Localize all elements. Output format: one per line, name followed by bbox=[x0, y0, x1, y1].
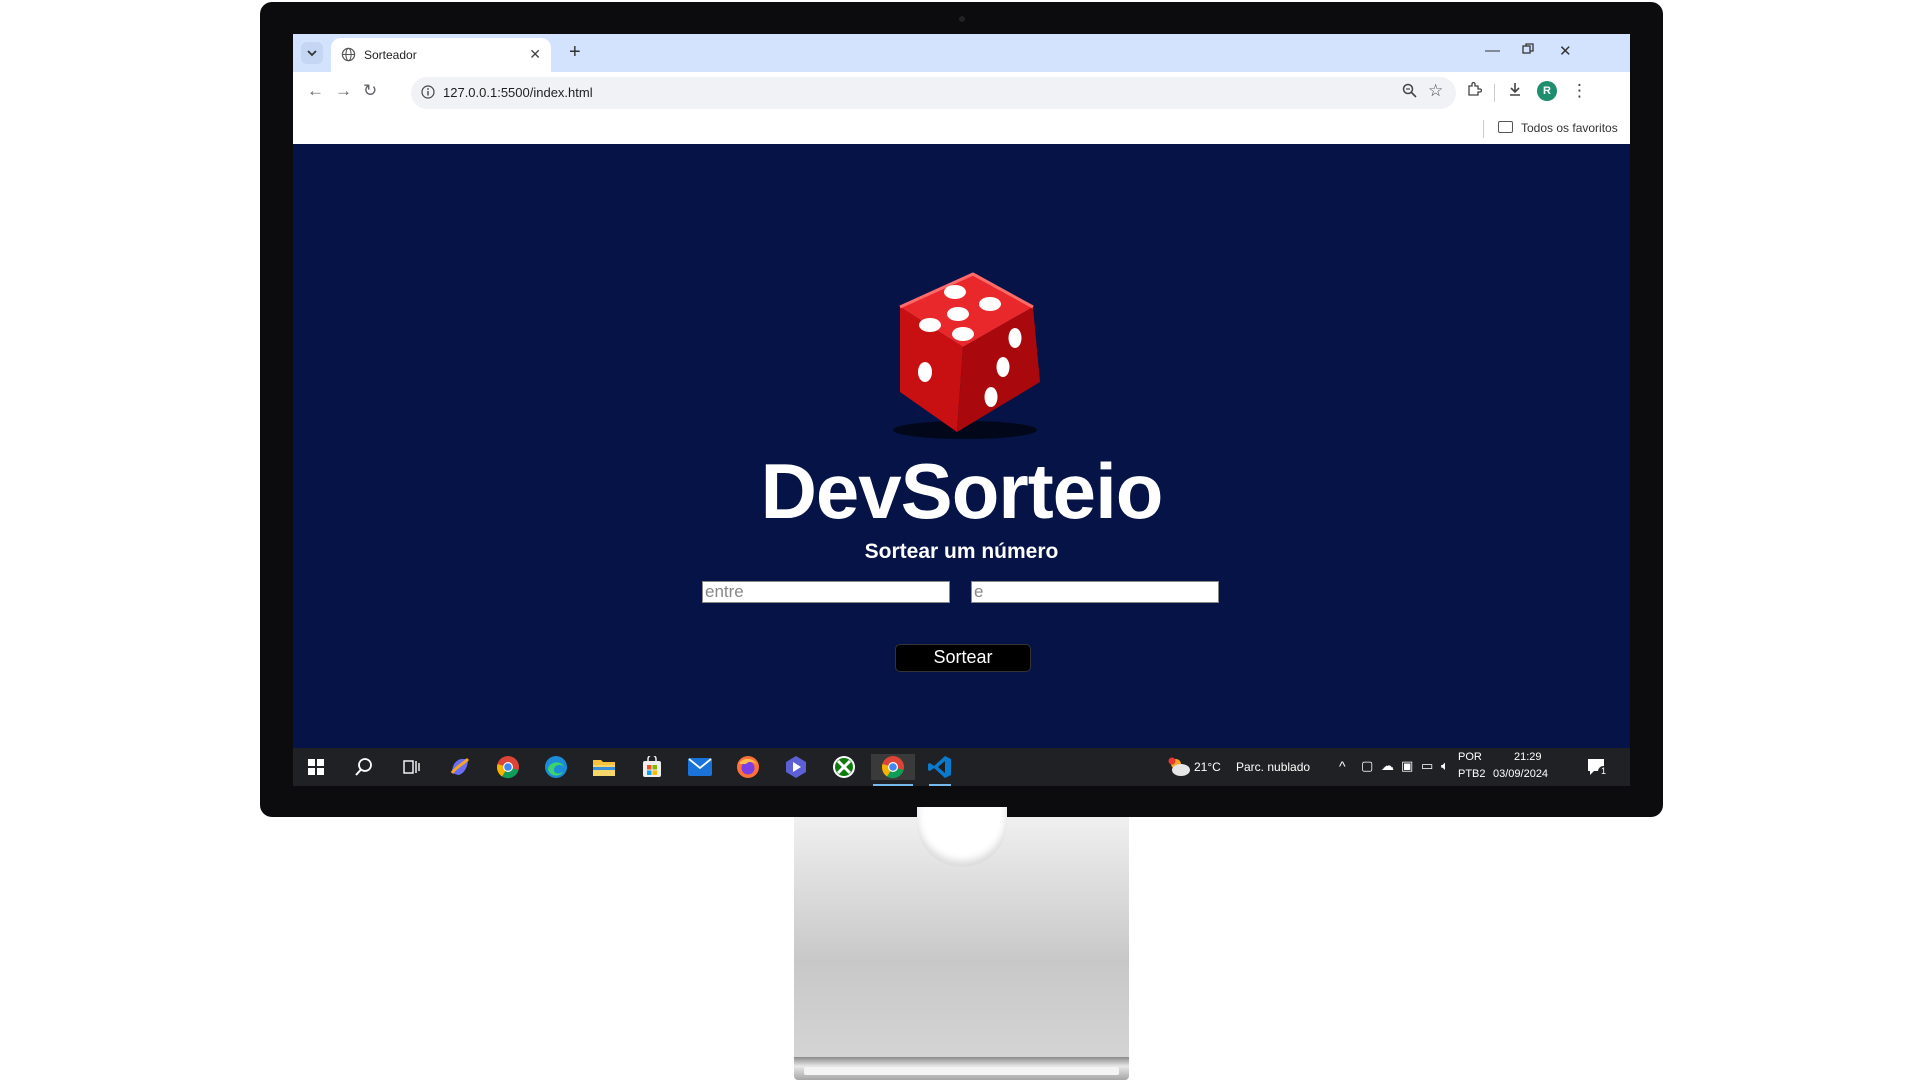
address-bar[interactable]: 127.0.0.1:5500/index.html ☆ bbox=[411, 77, 1456, 109]
tab-sorteador[interactable]: Sorteador ✕ bbox=[331, 38, 551, 72]
keyboard-layout[interactable]: PTB2 bbox=[1458, 768, 1486, 780]
subtitle: Sortear um número bbox=[864, 540, 1059, 563]
minimize-icon[interactable]: — bbox=[1485, 42, 1500, 59]
monitor-stand-base bbox=[794, 1057, 1129, 1080]
clock-time[interactable]: 21:29 bbox=[1514, 751, 1542, 763]
network-icon[interactable]: ▭ bbox=[1421, 758, 1433, 774]
back-icon[interactable]: ← bbox=[307, 81, 324, 101]
dice-icon bbox=[893, 272, 1040, 439]
notification-center-icon[interactable]: 1 bbox=[1583, 754, 1609, 780]
max-number-input[interactable]: e bbox=[971, 581, 1219, 603]
tab-search-button[interactable] bbox=[301, 42, 323, 64]
close-tab-icon[interactable]: ✕ bbox=[529, 46, 541, 63]
folder-icon bbox=[1498, 121, 1513, 133]
reload-icon[interactable]: ↻ bbox=[363, 81, 377, 101]
windows-start-icon[interactable] bbox=[303, 754, 329, 780]
chevron-up-icon[interactable]: ^ bbox=[1339, 758, 1346, 774]
chevron-down-icon bbox=[307, 50, 317, 57]
weather-temperature[interactable]: 21°C bbox=[1194, 760, 1221, 774]
download-icon[interactable] bbox=[1507, 81, 1523, 102]
onedrive-icon[interactable]: ☁ bbox=[1381, 758, 1394, 774]
all-bookmarks-button[interactable]: Todos os favoritos bbox=[1498, 121, 1618, 135]
display-icon[interactable]: ▣ bbox=[1401, 758, 1413, 774]
site-info-icon[interactable] bbox=[421, 85, 435, 99]
url-text[interactable]: 127.0.0.1:5500/index.html bbox=[443, 85, 593, 100]
taskbar: 21°C Parc. nublado ^ ▢ ☁ ▣ ▭ 🔈︎ POR PTB2… bbox=[293, 748, 1630, 786]
min-number-input[interactable]: entre bbox=[702, 581, 950, 603]
site-title: DevSorteio bbox=[760, 447, 1164, 535]
vscode-icon[interactable] bbox=[927, 754, 953, 786]
camera bbox=[958, 16, 965, 22]
zoom-icon[interactable] bbox=[1402, 83, 1417, 103]
clock-date[interactable]: 03/09/2024 bbox=[1493, 768, 1548, 780]
chrome-running-icon[interactable] bbox=[871, 754, 915, 786]
stand-cable-hole bbox=[916, 807, 1007, 867]
chrome-icon[interactable] bbox=[495, 754, 521, 780]
menu-icon[interactable]: ⋮ bbox=[1571, 81, 1588, 101]
bookmarks-divider bbox=[1483, 120, 1484, 138]
monitor: Sorteador ✕ + — ✕ ← → ↻ 127.0.0.1:5500/i… bbox=[260, 2, 1663, 817]
file-explorer-icon[interactable] bbox=[591, 754, 617, 780]
browser-toolbar: ← → ↻ 127.0.0.1:5500/index.html ☆ R ⋮ bbox=[293, 72, 1630, 114]
forward-icon[interactable]: → bbox=[335, 81, 352, 101]
close-window-icon[interactable]: ✕ bbox=[1559, 42, 1572, 60]
meet-now-icon[interactable]: ▢ bbox=[1361, 758, 1373, 774]
monitor-stand bbox=[794, 807, 1129, 1057]
all-bookmarks-label: Todos os favoritos bbox=[1521, 121, 1618, 135]
firefox-icon[interactable] bbox=[735, 754, 761, 780]
search-icon[interactable] bbox=[351, 754, 377, 780]
volume-icon[interactable]: 🔈︎ bbox=[1441, 758, 1449, 774]
copilot-icon[interactable] bbox=[447, 754, 473, 780]
mail-icon[interactable] bbox=[687, 754, 713, 780]
input-language[interactable]: POR bbox=[1458, 751, 1482, 763]
profile-avatar[interactable]: R bbox=[1537, 81, 1557, 101]
toolbar-divider bbox=[1494, 84, 1495, 102]
new-tab-button[interactable]: + bbox=[569, 41, 581, 64]
notification-badge: 1 bbox=[1598, 766, 1609, 777]
page-content: DevSorteio Sortear um número entre e Sor… bbox=[293, 154, 1630, 748]
bookmark-star-icon[interactable]: ☆ bbox=[1428, 81, 1443, 101]
extensions-icon[interactable] bbox=[1466, 81, 1483, 102]
tab-title: Sorteador bbox=[364, 48, 417, 62]
restore-icon[interactable] bbox=[1522, 42, 1534, 59]
media-player-icon[interactable] bbox=[783, 754, 809, 780]
globe-icon bbox=[341, 47, 356, 62]
task-view-icon[interactable] bbox=[399, 754, 425, 780]
edge-icon[interactable] bbox=[543, 754, 569, 780]
xbox-icon[interactable] bbox=[831, 754, 857, 780]
microsoft-store-icon[interactable] bbox=[639, 754, 665, 780]
weather-icon[interactable] bbox=[1166, 754, 1192, 780]
bookmarks-bar: Todos os favoritos bbox=[293, 114, 1630, 144]
screen: Sorteador ✕ + — ✕ ← → ↻ 127.0.0.1:5500/i… bbox=[293, 34, 1630, 786]
tab-strip: Sorteador ✕ + — ✕ bbox=[293, 34, 1630, 72]
draw-button[interactable]: Sortear bbox=[895, 644, 1031, 672]
weather-description[interactable]: Parc. nublado bbox=[1236, 760, 1310, 774]
